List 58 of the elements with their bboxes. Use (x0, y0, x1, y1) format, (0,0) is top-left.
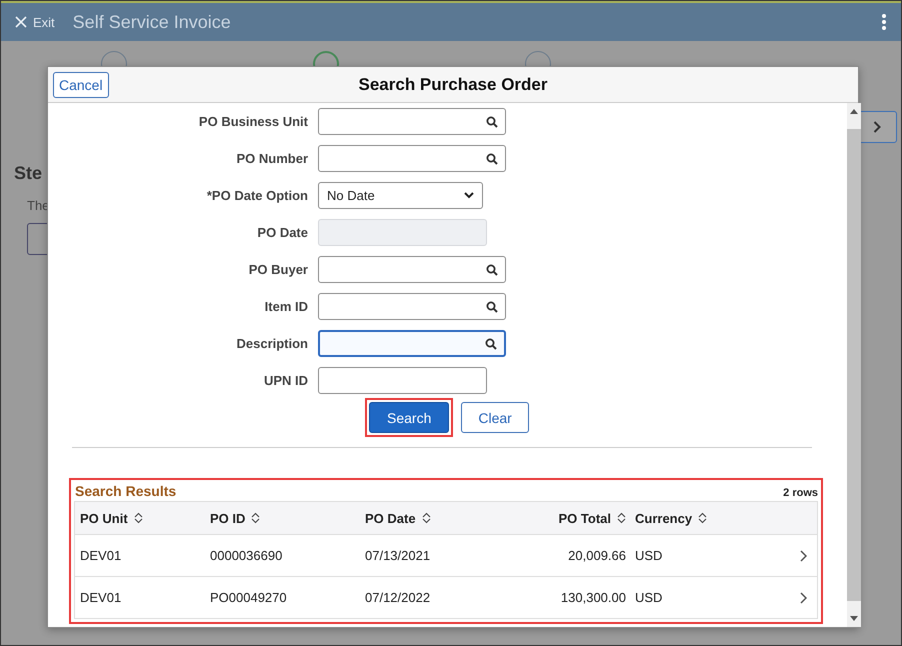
sort-icon (698, 512, 708, 524)
search-icon (485, 338, 497, 350)
field-label: PO Date (256, 225, 308, 240)
lookup-field[interactable] (318, 330, 506, 357)
sort-icon (134, 512, 143, 524)
step-heading: Ste (14, 163, 44, 184)
field-label: *PO Date Option (206, 188, 308, 203)
more-icon[interactable] (881, 13, 887, 31)
table-cell: 130,300.00 (560, 590, 626, 605)
lookup-field[interactable] (318, 108, 506, 135)
cancel-button[interactable]: Cancel (53, 72, 109, 98)
search-icon (486, 264, 498, 276)
field-label: PO Buyer (248, 262, 308, 277)
scrollbar[interactable] (847, 103, 861, 627)
table-cell: 07/12/2022 (365, 590, 430, 605)
dropdown-field[interactable]: No Date (318, 182, 483, 209)
row-count: 2 rows (783, 487, 818, 499)
table-cell: 20,009.66 (568, 548, 626, 563)
close-icon (15, 16, 27, 28)
field-label: PO Business Unit (198, 114, 308, 129)
section-title: Search Results (75, 483, 176, 499)
clear-button[interactable]: Clear (461, 402, 529, 433)
lookup-field[interactable] (318, 145, 506, 172)
table-cell: 0000036690 (210, 548, 282, 563)
sort-icon (617, 512, 626, 524)
field-label: PO Number (235, 151, 308, 166)
sort-icon (251, 512, 260, 524)
lookup-field[interactable] (318, 256, 506, 283)
table-cell: USD (635, 548, 662, 563)
field-label: Item ID (264, 299, 308, 314)
table-cell: PO00049270 (210, 590, 287, 605)
table-cell: USD (635, 590, 662, 605)
column-header[interactable]: Currency (630, 510, 780, 526)
search-icon (486, 300, 498, 312)
dialog-title: Search Purchase Order (358, 74, 548, 94)
table-cell: DEV01 (80, 590, 122, 605)
sort-icon (422, 512, 431, 524)
input-field[interactable] (318, 367, 487, 394)
table-cell: 07/13/2021 (365, 548, 430, 563)
scroll-up-icon[interactable] (850, 109, 858, 114)
lookup-field[interactable] (318, 293, 506, 320)
field-label: UPN ID (262, 373, 308, 388)
column-header[interactable]: PO Total (520, 510, 630, 526)
search-icon (486, 116, 498, 128)
column-header[interactable]: PO Date (360, 510, 520, 526)
page-title: Self Service Invoice (72, 12, 232, 32)
chevron-right-icon (873, 121, 881, 133)
table-cell: DEV01 (80, 548, 122, 563)
search-button[interactable]: Search (369, 402, 450, 433)
chevron-right-icon[interactable] (800, 550, 807, 562)
field-label: Description (235, 336, 308, 351)
caret-icon (464, 192, 474, 199)
scroll-down-icon[interactable] (850, 616, 858, 621)
search-icon (486, 152, 498, 164)
column-header[interactable]: PO Unit (75, 510, 205, 526)
column-header[interactable]: PO ID (205, 510, 360, 526)
chevron-right-icon[interactable] (800, 592, 807, 604)
exit-button[interactable]: Exit (15, 14, 55, 30)
